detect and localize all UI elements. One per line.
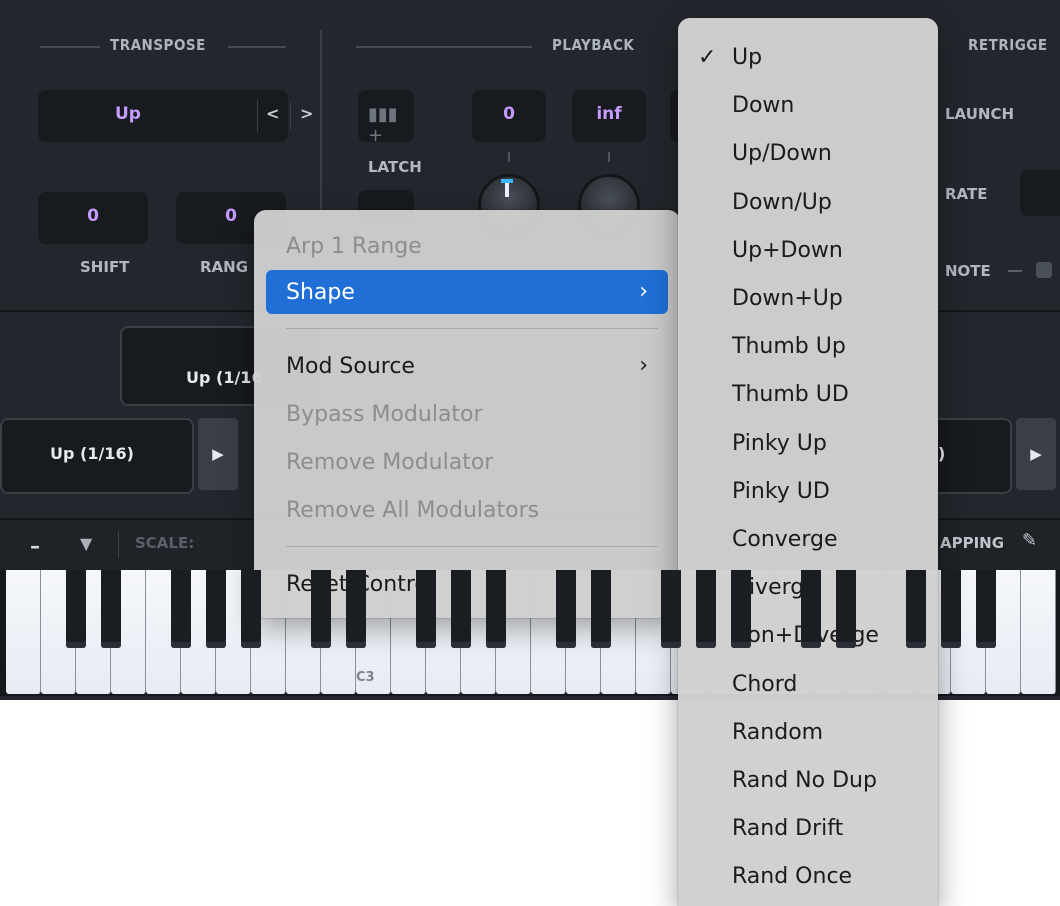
- shape-option[interactable]: Pinky Up: [732, 422, 827, 466]
- transpose-mode-selector[interactable]: Up < >: [38, 90, 313, 142]
- black-key[interactable]: [731, 570, 751, 648]
- pattern-left-slot[interactable]: Up (1/16): [0, 418, 194, 494]
- shape-option[interactable]: Random: [732, 711, 823, 755]
- black-key[interactable]: [241, 570, 261, 648]
- black-key[interactable]: [416, 570, 436, 648]
- black-key[interactable]: [311, 570, 331, 648]
- playback-title: PLAYBACK: [552, 36, 635, 54]
- shape-option[interactable]: Up: [732, 36, 762, 80]
- tick-mark: [508, 152, 510, 162]
- playback-field-2-value: inf: [596, 104, 622, 124]
- menu-separator: [286, 546, 658, 547]
- menu-item-shape[interactable]: Shape ›: [266, 270, 668, 314]
- context-menu-title: Arp 1 Range: [286, 233, 422, 259]
- menu-item-bypass-modulator: Bypass Modulator: [286, 401, 483, 427]
- pattern-left-label: Up (1/16): [50, 444, 134, 463]
- black-key[interactable]: [836, 570, 856, 648]
- shape-option[interactable]: Rand No Dup: [732, 759, 877, 803]
- black-key[interactable]: [486, 570, 506, 648]
- pattern-center-label: Up (1/16: [186, 368, 263, 387]
- divider: [356, 46, 532, 48]
- shift-label: SHIFT: [80, 258, 130, 276]
- minus-icon[interactable]: –: [30, 534, 40, 558]
- note-checkbox[interactable]: [1036, 262, 1052, 278]
- black-key[interactable]: [451, 570, 471, 648]
- black-key[interactable]: [696, 570, 716, 648]
- shape-option[interactable]: Rand Drift: [732, 807, 843, 851]
- shape-option[interactable]: Chord: [732, 663, 797, 707]
- latch-button[interactable]: ▮▮▮ +: [358, 90, 414, 146]
- black-key[interactable]: [101, 570, 121, 648]
- black-key[interactable]: [591, 570, 611, 648]
- shape-option[interactable]: Converge: [732, 518, 837, 562]
- transpose-mode-value: Up: [115, 104, 141, 124]
- divider: [228, 46, 286, 48]
- black-key[interactable]: [346, 570, 366, 648]
- black-key[interactable]: [206, 570, 226, 648]
- white-key[interactable]: [1021, 570, 1056, 694]
- black-key[interactable]: [906, 570, 926, 648]
- chevron-right-icon: ›: [639, 353, 648, 378]
- shape-option[interactable]: Up/Down: [732, 132, 832, 176]
- divider: [40, 46, 100, 48]
- context-menu: Arp 1 Range Shape › Mod Source › Bypass …: [254, 210, 680, 618]
- shape-option[interactable]: Down+Up: [732, 277, 843, 321]
- shape-option[interactable]: Thumb UD: [732, 373, 849, 417]
- piano-keys-icon: ▮▮▮ +: [368, 104, 398, 146]
- play-icon[interactable]: ▶: [198, 418, 238, 490]
- rate-field[interactable]: [1020, 170, 1060, 216]
- rate-label: RATE: [945, 185, 988, 203]
- note-label: NOTE: [945, 262, 991, 280]
- c3-key-label: C3: [356, 670, 375, 685]
- retrigger-title: RETRIGGE: [968, 36, 1048, 54]
- shape-option[interactable]: Rand Once: [732, 855, 852, 899]
- shape-submenu: ✓ Up Down Up/Down Down/Up Up+Down Down+Up Thum…: [678, 18, 938, 906]
- shape-option[interactable]: Thumb Up: [732, 325, 846, 369]
- play-icon[interactable]: ▶: [1016, 418, 1056, 490]
- menu-item-mod-source[interactable]: Mod Source ›: [266, 344, 668, 388]
- shift-field[interactable]: 0: [38, 192, 148, 244]
- next-arrow-icon[interactable]: >: [300, 104, 313, 123]
- playback-field-1[interactable]: 0: [472, 90, 546, 142]
- transpose-title: TRANSPOSE: [110, 36, 206, 54]
- menu-item-mod-source-label: Mod Source: [286, 353, 415, 379]
- black-key[interactable]: [556, 570, 576, 648]
- menu-separator: [286, 328, 658, 329]
- launch-label: LAUNCH: [945, 105, 1015, 123]
- shift-value: 0: [87, 206, 99, 226]
- chevron-right-icon: ›: [639, 279, 648, 304]
- menu-item-remove-all-modulators: Remove All Modulators: [286, 497, 540, 523]
- pattern-right-label: ): [938, 444, 946, 463]
- black-key[interactable]: [976, 570, 996, 648]
- scale-label: SCALE:: [135, 534, 195, 552]
- prev-arrow-icon[interactable]: <: [266, 104, 279, 123]
- range-label: RANG: [200, 258, 249, 276]
- black-key[interactable]: [941, 570, 961, 648]
- divider: [118, 532, 119, 558]
- latch-label: LATCH: [368, 158, 422, 176]
- menu-item-remove-modulator: Remove Modulator: [286, 449, 494, 475]
- black-key[interactable]: [661, 570, 681, 648]
- shape-option[interactable]: Up+Down: [732, 229, 843, 273]
- mapping-label: APPING: [940, 534, 1005, 552]
- shape-option[interactable]: Down/Up: [732, 181, 832, 225]
- divider: [257, 100, 258, 132]
- black-key[interactable]: [66, 570, 86, 648]
- black-key[interactable]: [171, 570, 191, 648]
- shape-option[interactable]: Down: [732, 84, 794, 128]
- tick-mark: [608, 152, 610, 162]
- playback-field-2[interactable]: inf: [572, 90, 646, 142]
- pencil-icon[interactable]: ✎: [1022, 530, 1037, 551]
- divider: [290, 102, 291, 130]
- dropdown-triangle-icon[interactable]: ▼: [80, 534, 92, 553]
- white-key[interactable]: [6, 570, 41, 694]
- knob-indicator: [505, 181, 509, 197]
- shape-option[interactable]: Pinky UD: [732, 470, 830, 514]
- playback-field-1-value: 0: [503, 104, 515, 124]
- menu-item-shape-label: Shape: [286, 279, 355, 305]
- knob-highlight: [501, 179, 513, 183]
- divider: [1008, 270, 1022, 272]
- checkmark-icon: ✓: [698, 45, 717, 70]
- black-key[interactable]: [801, 570, 821, 648]
